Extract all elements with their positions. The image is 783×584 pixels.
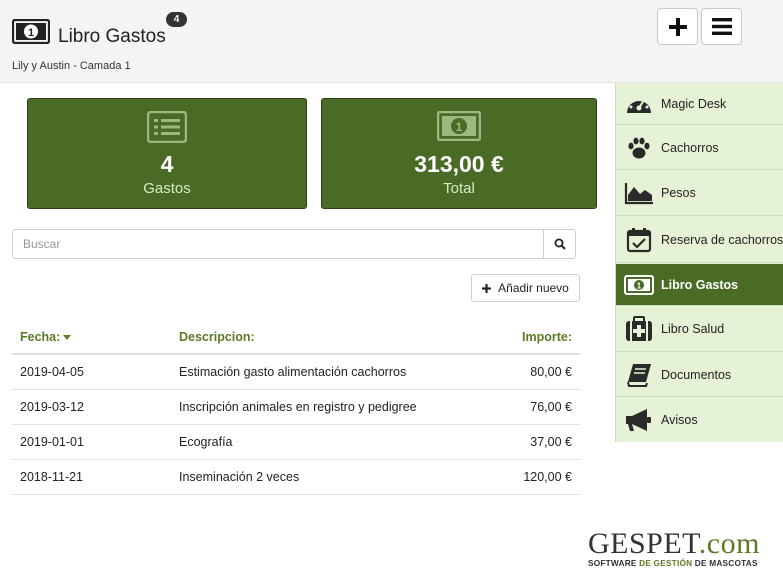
- table-row[interactable]: 2019-04-05 Estimación gasto alimentación…: [12, 354, 580, 390]
- table-row[interactable]: 2019-01-01 Ecografía 37,00 €: [12, 424, 580, 460]
- total-label: Total: [443, 180, 475, 197]
- sidebar-item-label: Documentos: [661, 367, 732, 382]
- plus-icon: [482, 283, 492, 293]
- table-row[interactable]: 2018-11-21 Inseminación 2 veces 120,00 €: [12, 459, 580, 495]
- page-title: Libro Gastos: [58, 26, 166, 47]
- sidebar-item-libro-salud[interactable]: Libro Salud: [616, 307, 783, 352]
- table-row[interactable]: 2019-03-12 Inscripción animales en regis…: [12, 389, 580, 425]
- cell-fecha: 2018-11-21: [12, 459, 171, 495]
- plus-icon: [668, 17, 687, 36]
- sidebar-item-avisos[interactable]: Avisos: [616, 398, 783, 442]
- cell-fecha: 2019-03-12: [12, 389, 171, 425]
- cell-descripcion: Ecografía: [171, 424, 470, 460]
- gastos-count-value: 4: [160, 151, 174, 177]
- cell-descripcion: Inscripción animales en registro y pedig…: [171, 389, 470, 425]
- count-badge: 4: [166, 12, 187, 27]
- search-button[interactable]: [543, 229, 576, 259]
- calendar-check-icon: [626, 227, 652, 252]
- cell-importe: 37,00 €: [470, 424, 580, 460]
- cell-descripcion: Inseminación 2 veces: [171, 459, 470, 495]
- sidebar-item-reserva-de-cachorros[interactable]: Reserva de cachorros: [616, 217, 783, 263]
- sort-desc-icon: [63, 334, 72, 340]
- paw-icon: [628, 137, 650, 158]
- column-header-fecha[interactable]: Fecha:: [12, 320, 171, 355]
- logo-main: GESPET: [588, 527, 699, 560]
- sidebar-item-label: Avisos: [661, 413, 698, 427]
- money-bill-icon: 1: [437, 111, 481, 141]
- gespet-logo: GESPET.com SOFTWARE DE GESTIÓN DE MASCOT…: [588, 527, 773, 569]
- cell-importe: 76,00 €: [470, 389, 580, 425]
- header-bar: 1 Libro Gastos 4 Lily y Austin - Camada …: [0, 0, 783, 83]
- area-chart-icon: [624, 183, 653, 205]
- add-new-button[interactable]: Añadir nuevo: [471, 274, 580, 302]
- cell-fecha: 2019-04-05: [12, 354, 171, 390]
- column-header-importe[interactable]: Importe:: [470, 320, 580, 355]
- svg-text:1: 1: [637, 281, 642, 290]
- cell-fecha: 2019-01-01: [12, 424, 171, 460]
- sidebar-item-libro-gastos[interactable]: 1 Libro Gastos: [616, 264, 783, 306]
- cell-importe: 120,00 €: [470, 459, 580, 495]
- search-input[interactable]: [12, 229, 544, 259]
- cell-importe: 80,00 €: [470, 354, 580, 390]
- logo-suffix: .com: [698, 527, 760, 560]
- search-icon: [554, 238, 566, 250]
- total-card: 1 313,00 € Total: [321, 98, 597, 209]
- money-bill-icon: 1: [12, 19, 50, 44]
- sidebar-item-label: Magic Desk: [661, 96, 727, 111]
- svg-text:1: 1: [456, 120, 463, 134]
- sidebar-item-pesos[interactable]: Pesos: [616, 171, 783, 216]
- column-header-descripcion[interactable]: Descripcion:: [171, 320, 470, 355]
- logo-tagline-c: DE MASCOTAS: [692, 558, 758, 568]
- add-new-label: Añadir nuevo: [498, 281, 569, 295]
- logo-tagline-a: SOFTWARE: [588, 558, 640, 568]
- sidebar-nav: Magic Desk Cachorros Pesos Reserva de ca…: [615, 83, 783, 442]
- sidebar-item-documentos[interactable]: Documentos: [616, 353, 783, 397]
- sidebar-item-label: Reserva de cachorros: [661, 232, 783, 247]
- sidebar-item-label: Libro Salud: [661, 322, 725, 336]
- litter-subtitle: Lily y Austin - Camada 1: [12, 60, 131, 72]
- hamburger-icon: [711, 18, 732, 35]
- logo-tagline-b: DE GESTIÓN: [639, 558, 693, 568]
- menu-button[interactable]: [701, 8, 742, 45]
- sidebar-item-magic-desk[interactable]: Magic Desk: [616, 83, 783, 125]
- sidebar-item-cachorros[interactable]: Cachorros: [616, 126, 783, 170]
- sidebar-item-label: Cachorros: [661, 140, 719, 155]
- gastos-count-label: Gastos: [143, 180, 191, 197]
- add-header-button[interactable]: [657, 8, 698, 45]
- gastos-count-card: 4 Gastos: [27, 98, 307, 209]
- cell-descripcion: Estimación gasto alimentación cachorros: [171, 354, 470, 390]
- dashboard-icon: [627, 96, 651, 113]
- megaphone-icon: [626, 409, 651, 431]
- table-header-row: Fecha: Descripcion: Importe:: [12, 320, 580, 355]
- money-bill-icon: 1: [624, 274, 654, 295]
- expenses-table: Fecha: Descripcion: Importe: 2019-04-05 …: [12, 320, 580, 495]
- sidebar-item-label: Libro Gastos: [661, 277, 739, 292]
- medkit-icon: [626, 316, 652, 341]
- list-icon: [147, 111, 187, 143]
- total-value: 313,00 €: [414, 151, 504, 177]
- svg-text:1: 1: [28, 27, 34, 39]
- sidebar-item-label: Pesos: [661, 186, 696, 200]
- book-icon: [627, 363, 651, 387]
